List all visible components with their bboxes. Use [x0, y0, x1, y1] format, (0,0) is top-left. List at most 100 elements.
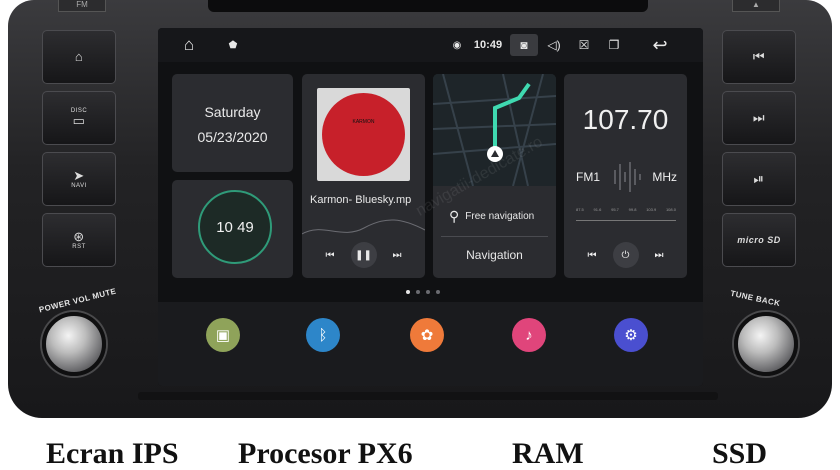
- app-dock: ▣ ᛒ ✿ ♪ ⚙: [158, 302, 703, 386]
- day-of-week: Saturday: [204, 104, 261, 120]
- micro-sd-label: micro SD: [737, 235, 781, 245]
- caption-ssd: SSD: [712, 437, 768, 470]
- camera-icon[interactable]: ◙: [510, 34, 538, 56]
- disc-hw-button[interactable]: DISC ▭: [42, 91, 116, 145]
- back-icon[interactable]: ↩: [638, 34, 682, 56]
- page-dot[interactable]: [436, 290, 440, 294]
- right-button-column: ⏮ ⏭ ⏯ micro SD: [716, 30, 802, 274]
- settings-app-button[interactable]: ⚙: [614, 318, 648, 352]
- seek-forward-icon[interactable]: ⏭: [655, 250, 664, 261]
- status-time: 10:49: [473, 39, 503, 51]
- status-bar: ⌂ ⬟ ◉ 10:49 ◙ ◁) ☒ ❐ ↩: [158, 28, 703, 62]
- bluetooth-app-button[interactable]: ᛒ: [306, 318, 340, 352]
- navi-hw-button[interactable]: ➤ NAVI: [42, 152, 116, 206]
- next-icon[interactable]: ⏭: [393, 250, 402, 261]
- skip-forward-icon: ⏭: [752, 110, 766, 125]
- rst-label: RST: [72, 244, 86, 250]
- home-hw-button[interactable]: ⌂: [42, 30, 116, 84]
- music-note-icon: ♪: [525, 326, 533, 344]
- scale-tick: 87.5: [576, 207, 584, 212]
- touchscreen: ⌂ ⬟ ◉ 10:49 ◙ ◁) ☒ ❐ ↩ Saturday 05/23/20…: [158, 28, 703, 386]
- volume-knob[interactable]: [42, 312, 106, 376]
- steering-wheel-icon: ⊛: [73, 229, 85, 244]
- clock-time: 10 49: [216, 218, 254, 236]
- location-pin-icon: ◉: [452, 39, 462, 51]
- page-dot[interactable]: [406, 290, 410, 294]
- album-text: KARMON: [352, 119, 375, 125]
- left-button-column: ⌂ DISC ▭ ➤ NAVI ⊛ RST: [36, 30, 122, 274]
- head-unit: FM ▲ ⌂ DISC ▭ ➤ NAVI ⊛ RST ⏮ ⏭ ⏯ micro S: [8, 0, 832, 418]
- radio-unit: MHz: [652, 170, 677, 184]
- pause-icon: ❚❚: [355, 249, 372, 261]
- top-eject-button[interactable]: ▲: [732, 0, 780, 12]
- radio-band: FM1: [576, 170, 600, 184]
- seek-back-icon[interactable]: ⏮: [588, 250, 597, 261]
- disc-icon: ▭: [72, 113, 86, 128]
- caption-processor: Procesor PX6: [238, 437, 413, 470]
- album-art: KARMON: [317, 88, 410, 181]
- bottom-trim: [138, 392, 718, 400]
- radio-widget[interactable]: 107.70 FM1 MHz 87.5 91.6 95.7 99.8 103.9…: [564, 74, 687, 278]
- play-pause-icon: ⏯: [753, 171, 765, 186]
- play-pause-hw-button[interactable]: ⏯: [722, 152, 796, 206]
- page-dot[interactable]: [426, 290, 430, 294]
- next-track-hw-button[interactable]: ⏭: [722, 91, 796, 145]
- song-title: Karmon- Bluesky.mp: [310, 194, 412, 206]
- scale-tick: 103.9: [646, 207, 657, 212]
- music-app-button[interactable]: ♪: [512, 318, 546, 352]
- waveform-decoration: [302, 219, 425, 235]
- radio-power-button[interactable]: ⏻: [612, 242, 639, 268]
- scale-tick: 108.0: [665, 207, 676, 212]
- settings-icon: ⚙: [624, 327, 638, 344]
- scale-tick: 91.6: [593, 207, 602, 212]
- clock-face: 10 49: [198, 190, 272, 264]
- film-reel-icon: ✿: [420, 327, 434, 344]
- page-dot[interactable]: [416, 290, 420, 294]
- radio-app-button[interactable]: ▣: [206, 318, 240, 352]
- recent-apps-icon[interactable]: ❐: [602, 34, 626, 56]
- free-navigation-label: Free navigation: [465, 211, 535, 222]
- map-pin-icon: ⚲: [449, 208, 460, 224]
- music-controls: ⏮ ❚❚ ⏭: [302, 242, 425, 268]
- power-icon: ⏻: [621, 249, 630, 261]
- power-vol-mute-label: POWER VOL MUTE: [38, 286, 118, 315]
- home-icon[interactable]: ⌂: [176, 34, 202, 56]
- scale-tick: 95.7: [611, 207, 619, 212]
- previous-icon[interactable]: ⏮: [326, 250, 335, 261]
- date-text: 05/23/2020: [197, 129, 268, 145]
- navi-label: NAVI: [71, 183, 87, 189]
- close-window-icon[interactable]: ☒: [572, 34, 596, 56]
- radio-controls: ⏮ ⏻ ⏭: [564, 242, 687, 268]
- pause-button[interactable]: ❚❚: [350, 242, 377, 268]
- navi-arrow-icon: ➤: [73, 168, 85, 183]
- navigation-title: Navigation: [466, 248, 523, 262]
- shield-icon: ⬟: [228, 39, 238, 51]
- free-navigation-row[interactable]: ⚲ Free navigation: [449, 208, 534, 225]
- top-fm-button[interactable]: FM: [58, 0, 106, 12]
- clock-widget[interactable]: 10 49: [172, 180, 293, 278]
- music-widget[interactable]: KARMON Karmon- Bluesky.mp ⏮ ❚❚ ⏭: [302, 74, 425, 278]
- radio-frequency: 107.70: [582, 104, 669, 135]
- signal-wave-decoration: [614, 162, 641, 192]
- frequency-scale: 87.5 91.6 95.7 99.8 103.9 108.0: [576, 207, 676, 212]
- tune-back-label: TUNE BACK: [729, 288, 782, 309]
- caption-screen: Ecran IPS: [46, 437, 179, 470]
- page-indicator: [406, 290, 440, 294]
- scale-tick: 99.8: [628, 207, 637, 212]
- video-app-button[interactable]: ✿: [410, 318, 444, 352]
- rst-hw-button[interactable]: ⊛ RST: [42, 213, 116, 267]
- divider: [441, 236, 548, 237]
- radio-icon: ▣: [215, 327, 231, 344]
- caption-ram: RAM: [512, 437, 584, 470]
- disc-slot: [208, 0, 648, 12]
- bluetooth-icon: ᛒ: [318, 326, 328, 344]
- skip-back-icon: ⏮: [752, 49, 766, 64]
- volume-icon[interactable]: ◁): [542, 34, 566, 56]
- tune-knob[interactable]: [734, 312, 798, 376]
- vinyl-record: KARMON: [322, 93, 405, 176]
- home-icon: ⌂: [74, 49, 84, 64]
- frequency-scale-bar[interactable]: [576, 216, 676, 221]
- micro-sd-slot[interactable]: micro SD: [722, 213, 796, 267]
- prev-track-hw-button[interactable]: ⏮: [722, 30, 796, 84]
- date-widget[interactable]: Saturday 05/23/2020: [172, 74, 293, 172]
